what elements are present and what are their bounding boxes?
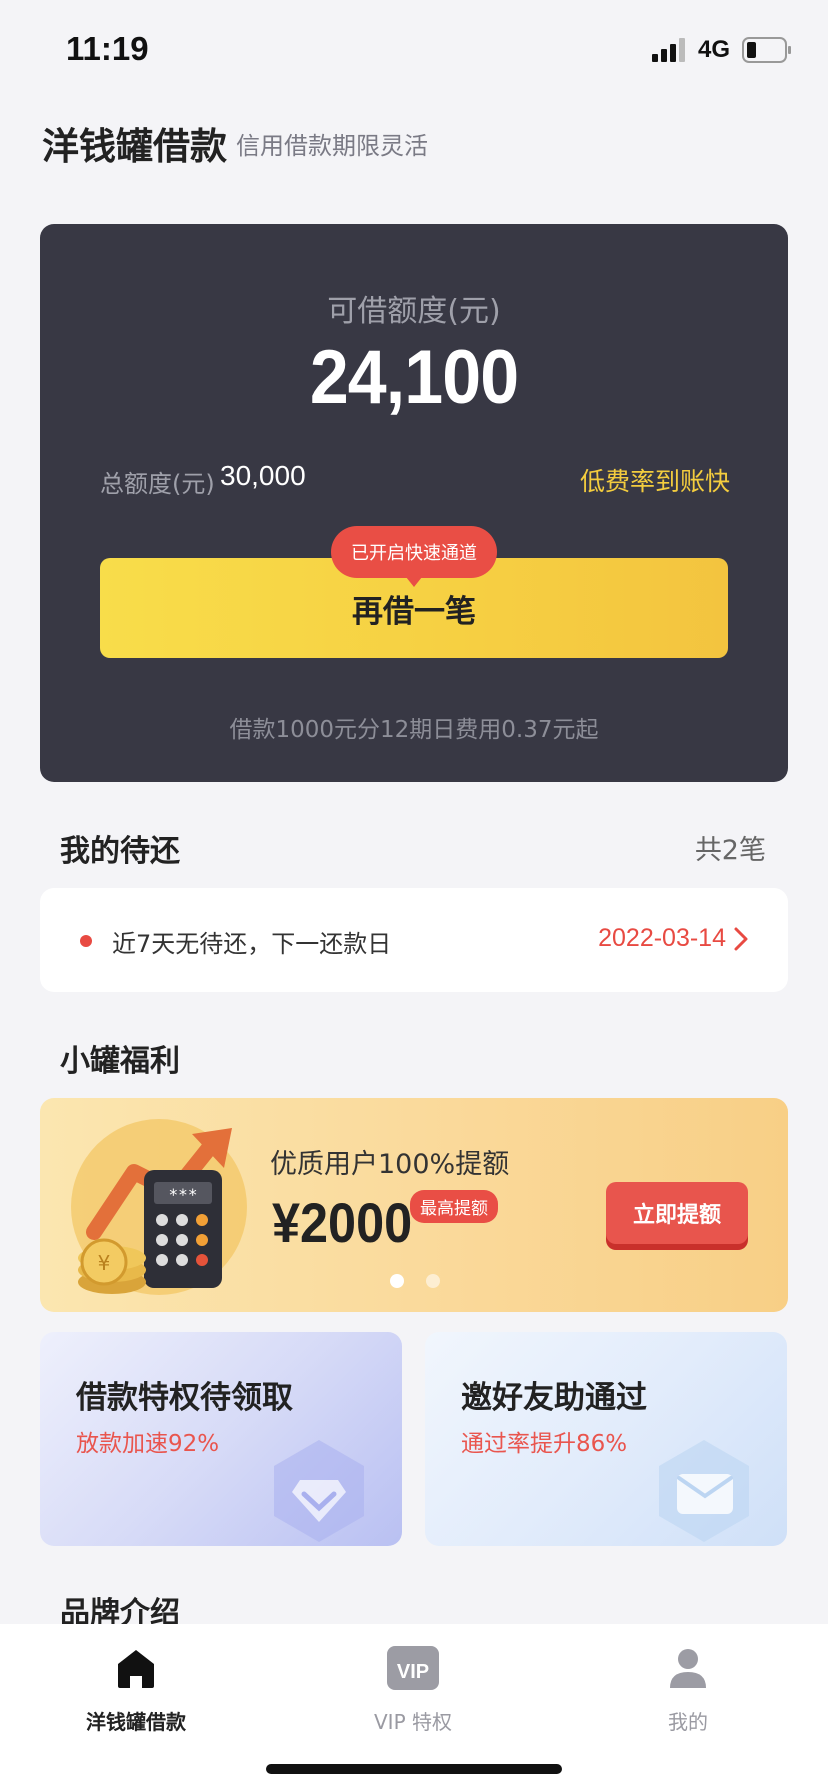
credit-card: 可借额度(元) 24,100 总额度(元) 30,000 低费率到账快 再借一笔… [40,224,788,782]
fast-channel-badge: 已开启快速通道 [331,526,497,587]
envelope-icon [659,1440,749,1542]
perk-card-privilege[interactable]: 借款特权待领取 放款加速92% [40,1332,402,1546]
tab-vip[interactable]: VIP VIP 特权 [313,1640,513,1735]
svg-text:***: *** [169,1185,198,1204]
signal-icon [652,38,685,62]
page-subtitle: 信用借款期限灵活 [236,132,428,160]
calculator-coin-icon: *** ¥ [71,1119,247,1295]
repayment-count[interactable]: 共2笔 [695,828,766,867]
carousel-dot[interactable] [426,1274,440,1288]
page-title: 洋钱罐借款 [42,125,227,168]
promo-banner[interactable]: *** ¥ 优质用户100%提额 ¥2000 最高提额 立即提额 [40,1098,788,1312]
network-type: 4G [698,36,731,63]
vip-icon: VIP [387,1646,439,1690]
status-bar: 11:19 4G [0,0,828,100]
battery-icon [742,37,791,63]
perk-title: 借款特权待领取 [76,1380,293,1416]
tab-label: 我的 [668,1710,708,1734]
carousel-dot-active[interactable] [390,1274,404,1288]
tab-home[interactable]: 洋钱罐借款 [36,1640,236,1735]
chevron-right-icon [734,927,748,951]
fee-note: 借款1000元分12期日费用0.37元起 [229,717,599,743]
tab-label: VIP 特权 [374,1710,452,1734]
total-limit-label: 总额度(元) [100,470,215,498]
credit-label: 可借额度(元) [327,294,501,329]
repayment-message: 近7天无待还，下一还款日 [112,930,392,958]
user-icon [670,1649,706,1688]
perk-title: 邀好友助通过 [461,1380,647,1416]
increase-limit-button[interactable]: 立即提额 [606,1182,748,1244]
credit-amount: 24,100 [309,335,519,420]
diamond-icon [274,1440,364,1542]
promo-headline: 优质用户100%提额 [270,1149,510,1180]
status-time: 11:19 [66,30,149,67]
tab-label: 洋钱罐借款 [86,1710,186,1734]
svg-text:VIP: VIP [397,1661,429,1683]
feature-tag: 低费率到账快 [579,467,730,496]
repayment-title: 我的待还 [60,834,180,869]
perk-card-invite[interactable]: 邀好友助通过 通过率提升86% [425,1332,787,1546]
svg-text:¥: ¥ [98,1251,111,1275]
tab-mine[interactable]: 我的 [588,1640,788,1735]
welfare-title: 小罐福利 [60,1044,180,1079]
repayment-card[interactable]: 近7天无待还，下一还款日 2022-03-14 [40,888,788,992]
alert-dot-icon [80,935,92,947]
promo-amount: ¥2000 [272,1191,413,1254]
home-icon [118,1650,154,1688]
home-indicator[interactable] [266,1764,562,1774]
perk-subtitle: 放款加速92% [76,1431,220,1457]
next-repayment-date: 2022-03-14 [598,924,726,952]
perk-subtitle: 通过率提升86% [461,1431,628,1457]
total-limit-value: 30,000 [220,460,306,491]
promo-badge: 最高提额 [410,1190,498,1223]
